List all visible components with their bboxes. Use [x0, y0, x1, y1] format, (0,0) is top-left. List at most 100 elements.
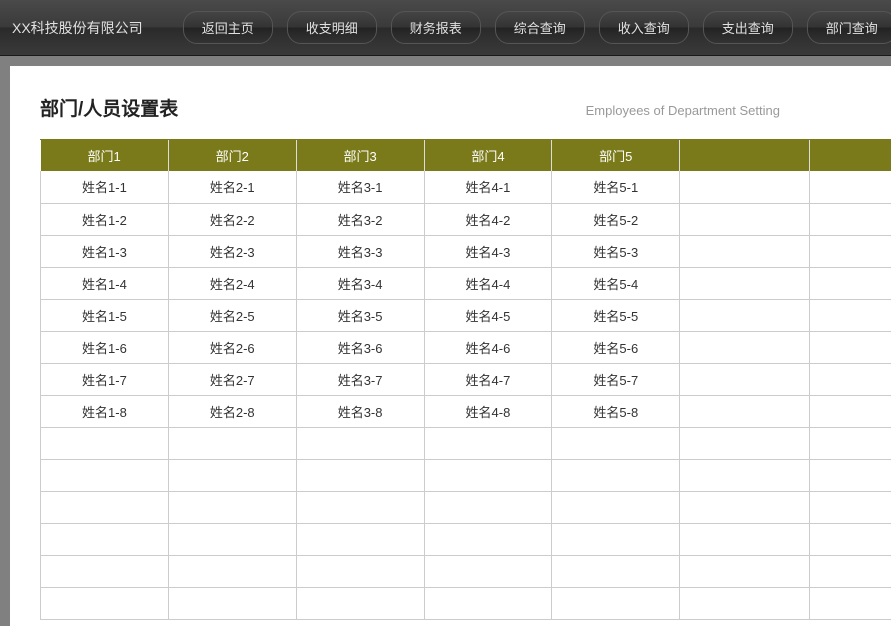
table-cell[interactable]: 姓名2-1	[168, 171, 296, 203]
table-cell[interactable]	[680, 171, 810, 203]
table-cell[interactable]: 姓名1-2	[41, 203, 169, 235]
table-cell[interactable]	[810, 203, 891, 235]
table-cell[interactable]: 姓名1-6	[41, 331, 169, 363]
table-cell[interactable]: 姓名4-2	[424, 203, 552, 235]
table-cell[interactable]	[810, 395, 891, 427]
table-cell[interactable]	[810, 267, 891, 299]
table-cell[interactable]	[810, 363, 891, 395]
table-cell[interactable]: 姓名5-7	[552, 363, 680, 395]
table-cell[interactable]	[168, 459, 296, 491]
table-cell[interactable]: 姓名5-6	[552, 331, 680, 363]
table-cell[interactable]: 姓名5-5	[552, 299, 680, 331]
table-cell[interactable]	[680, 331, 810, 363]
table-cell[interactable]	[680, 459, 810, 491]
nav-expense-query-button[interactable]: 支出查询	[703, 11, 793, 44]
table-cell[interactable]: 姓名2-8	[168, 395, 296, 427]
table-cell[interactable]	[41, 427, 169, 459]
table-cell[interactable]: 姓名4-6	[424, 331, 552, 363]
table-cell[interactable]	[810, 459, 891, 491]
nav-department-query-button[interactable]: 部门查询	[807, 11, 891, 44]
table-cell[interactable]	[41, 459, 169, 491]
table-cell[interactable]: 姓名1-1	[41, 171, 169, 203]
table-cell[interactable]	[296, 555, 424, 587]
table-cell[interactable]	[680, 267, 810, 299]
table-cell[interactable]	[810, 235, 891, 267]
table-cell[interactable]: 姓名2-2	[168, 203, 296, 235]
nav-financial-report-button[interactable]: 财务报表	[391, 11, 481, 44]
table-cell[interactable]	[680, 523, 810, 555]
table-cell[interactable]	[168, 587, 296, 619]
table-cell[interactable]	[41, 523, 169, 555]
table-cell[interactable]: 姓名1-7	[41, 363, 169, 395]
table-cell[interactable]	[168, 523, 296, 555]
table-cell[interactable]: 姓名5-4	[552, 267, 680, 299]
nav-home-button[interactable]: 返回主页	[183, 11, 273, 44]
table-cell[interactable]	[680, 587, 810, 619]
table-cell[interactable]	[424, 459, 552, 491]
table-cell[interactable]: 姓名3-7	[296, 363, 424, 395]
table-cell[interactable]	[41, 491, 169, 523]
nav-income-expense-detail-button[interactable]: 收支明细	[287, 11, 377, 44]
nav-comprehensive-query-button[interactable]: 综合查询	[495, 11, 585, 44]
table-cell[interactable]: 姓名1-8	[41, 395, 169, 427]
table-cell[interactable]	[810, 299, 891, 331]
table-cell[interactable]: 姓名2-7	[168, 363, 296, 395]
table-cell[interactable]	[810, 427, 891, 459]
table-cell[interactable]: 姓名5-8	[552, 395, 680, 427]
table-cell[interactable]	[680, 363, 810, 395]
table-cell[interactable]: 姓名3-4	[296, 267, 424, 299]
table-cell[interactable]: 姓名4-3	[424, 235, 552, 267]
table-cell[interactable]	[810, 491, 891, 523]
table-cell[interactable]: 姓名2-4	[168, 267, 296, 299]
table-cell[interactable]	[552, 459, 680, 491]
table-cell[interactable]: 姓名3-6	[296, 331, 424, 363]
table-cell[interactable]	[552, 523, 680, 555]
table-cell[interactable]: 姓名4-7	[424, 363, 552, 395]
table-cell[interactable]: 姓名3-3	[296, 235, 424, 267]
table-cell[interactable]: 姓名1-3	[41, 235, 169, 267]
table-cell[interactable]	[810, 523, 891, 555]
table-cell[interactable]	[680, 299, 810, 331]
table-cell[interactable]: 姓名1-5	[41, 299, 169, 331]
table-cell[interactable]	[680, 555, 810, 587]
table-cell[interactable]: 姓名1-4	[41, 267, 169, 299]
table-cell[interactable]: 姓名3-1	[296, 171, 424, 203]
table-cell[interactable]	[296, 459, 424, 491]
table-cell[interactable]	[680, 427, 810, 459]
table-cell[interactable]	[168, 491, 296, 523]
table-cell[interactable]	[680, 203, 810, 235]
table-cell[interactable]: 姓名2-3	[168, 235, 296, 267]
nav-income-query-button[interactable]: 收入查询	[599, 11, 689, 44]
table-cell[interactable]	[680, 395, 810, 427]
table-cell[interactable]: 姓名4-5	[424, 299, 552, 331]
table-cell[interactable]	[296, 523, 424, 555]
table-cell[interactable]	[424, 555, 552, 587]
table-cell[interactable]	[810, 331, 891, 363]
table-cell[interactable]	[424, 587, 552, 619]
table-cell[interactable]	[810, 587, 891, 619]
table-cell[interactable]	[552, 491, 680, 523]
table-cell[interactable]	[41, 587, 169, 619]
table-cell[interactable]	[296, 491, 424, 523]
table-cell[interactable]	[168, 555, 296, 587]
table-cell[interactable]	[424, 523, 552, 555]
table-cell[interactable]: 姓名2-5	[168, 299, 296, 331]
table-cell[interactable]: 姓名3-8	[296, 395, 424, 427]
table-cell[interactable]	[296, 427, 424, 459]
table-cell[interactable]: 姓名3-5	[296, 299, 424, 331]
table-cell[interactable]	[680, 491, 810, 523]
table-cell[interactable]: 姓名4-4	[424, 267, 552, 299]
table-cell[interactable]	[810, 171, 891, 203]
table-cell[interactable]: 姓名2-6	[168, 331, 296, 363]
table-cell[interactable]	[296, 587, 424, 619]
table-cell[interactable]	[41, 555, 169, 587]
table-cell[interactable]: 姓名5-3	[552, 235, 680, 267]
table-cell[interactable]	[168, 427, 296, 459]
table-cell[interactable]	[424, 427, 552, 459]
table-cell[interactable]	[810, 555, 891, 587]
table-cell[interactable]	[552, 587, 680, 619]
table-cell[interactable]	[424, 491, 552, 523]
table-cell[interactable]: 姓名5-2	[552, 203, 680, 235]
table-cell[interactable]: 姓名4-8	[424, 395, 552, 427]
table-cell[interactable]	[552, 427, 680, 459]
